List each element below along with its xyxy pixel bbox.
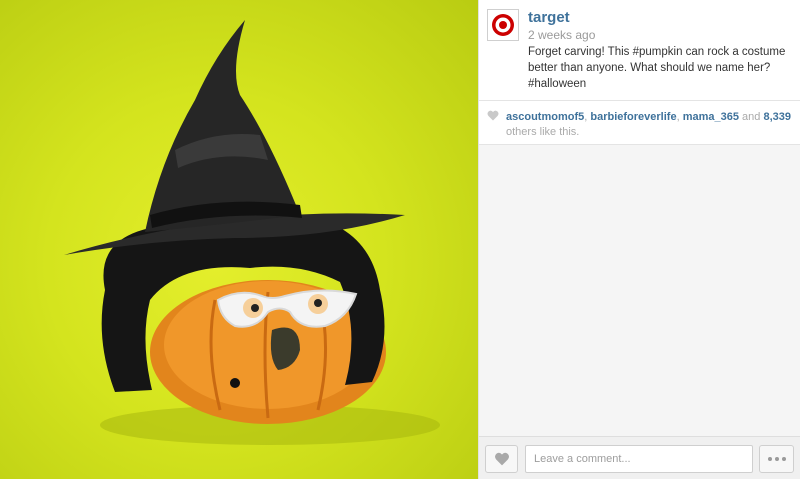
liker-link[interactable]: barbieforeverlife: [590, 111, 676, 123]
likes-section: ascoutmomof5, barbieforeverlife, mama_36…: [479, 101, 800, 145]
post-photo: [0, 0, 478, 479]
comment-input[interactable]: [525, 445, 753, 473]
dot-icon: [781, 457, 786, 461]
post-username[interactable]: target: [528, 9, 570, 26]
post-details-panel: target 2 weeks ago Forget carving! This …: [478, 0, 800, 479]
dot-icon: [774, 457, 779, 461]
avatar[interactable]: [487, 9, 519, 41]
comment-bar: [479, 436, 800, 479]
post-timestamp[interactable]: 2 weeks ago: [528, 28, 595, 42]
heart-icon: [487, 110, 499, 121]
liker-link[interactable]: mama_365: [683, 111, 739, 123]
more-options-button[interactable]: [759, 445, 794, 473]
target-logo-icon: [492, 14, 514, 36]
post-header: target 2 weeks ago Forget carving! This …: [479, 0, 800, 101]
dot-icon: [767, 457, 772, 461]
liker-link[interactable]: ascoutmomof5: [506, 111, 584, 123]
likes-and-text: and: [738, 111, 764, 123]
post-caption: Forget carving! This #pumpkin can rock a…: [528, 46, 786, 90]
heart-icon: [494, 452, 509, 466]
likes-count[interactable]: 8,339: [763, 111, 791, 123]
pumpkin-witch-illustration: [64, 20, 440, 445]
likes-suffix: others like this.: [506, 126, 580, 138]
like-button[interactable]: [485, 445, 518, 473]
likes-text: ascoutmomof5, barbieforeverlife, mama_36…: [506, 110, 796, 140]
